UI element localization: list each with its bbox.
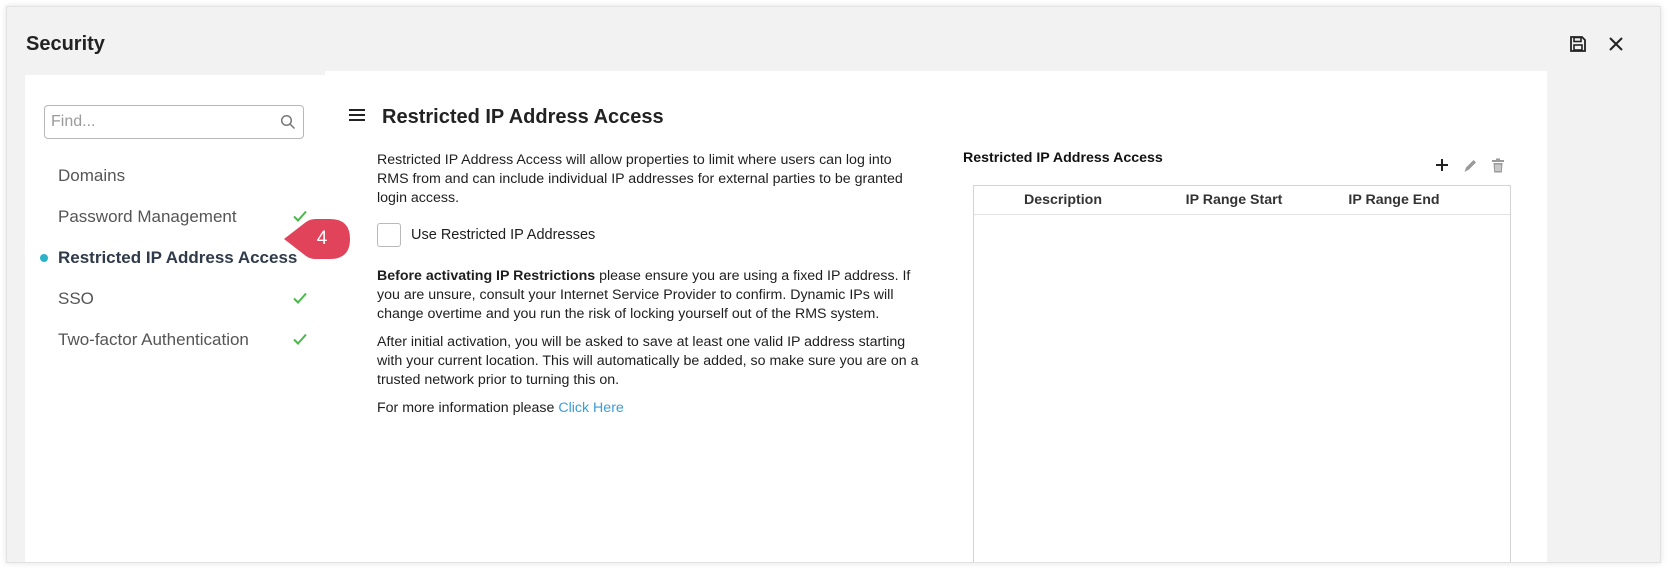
checkbox-label: Use Restricted IP Addresses bbox=[411, 227, 596, 243]
use-restricted-ip-checkbox[interactable] bbox=[377, 223, 401, 247]
main-panel: Restricted IP Address Access Restricted … bbox=[325, 71, 1547, 562]
warning-paragraph: Before activating IP Restrictions please… bbox=[377, 267, 925, 324]
table-actions bbox=[1433, 156, 1507, 174]
table-header: Description IP Range Start IP Range End bbox=[974, 186, 1510, 215]
more-info-text: For more information please bbox=[377, 400, 559, 416]
description-text: Restricted IP Address Access will allow … bbox=[377, 151, 925, 217]
sidebar-item-label: Domains bbox=[58, 165, 126, 185]
restricted-ip-toggle-row: Use Restricted IP Addresses bbox=[377, 223, 595, 247]
window-title: Security bbox=[26, 33, 105, 55]
save-icon[interactable] bbox=[1568, 34, 1588, 54]
activation-paragraph: After initial activation, you will be as… bbox=[377, 334, 919, 388]
column-header-ip-range-start[interactable]: IP Range Start bbox=[1152, 192, 1316, 208]
search-box bbox=[44, 105, 304, 139]
callout-number: 4 bbox=[316, 228, 328, 249]
add-icon[interactable] bbox=[1433, 156, 1451, 174]
sidebar-item-two-factor-authentication[interactable]: Two-factor Authentication bbox=[25, 319, 325, 360]
sidebar-item-password-management[interactable]: Password Management bbox=[25, 196, 325, 237]
check-icon bbox=[293, 289, 307, 309]
search-input[interactable] bbox=[45, 106, 273, 138]
description-paragraph: Restricted IP Address Access will allow … bbox=[377, 152, 903, 206]
sidebar-item-label: SSO bbox=[58, 288, 94, 308]
sidebar-item-label: Password Management bbox=[58, 206, 237, 226]
ip-address-table: Description IP Range Start IP Range End bbox=[973, 185, 1511, 562]
sidebar: Domains Password Management Restricted I… bbox=[25, 75, 325, 562]
sidebar-item-restricted-ip-address-access[interactable]: Restricted IP Address Access bbox=[25, 237, 325, 278]
security-window: Security Do bbox=[6, 6, 1661, 563]
sidebar-item-label: Restricted IP Address Access bbox=[58, 247, 298, 267]
search-icon[interactable] bbox=[273, 114, 303, 130]
active-dot-icon bbox=[40, 254, 48, 262]
sidebar-item-label: Two-factor Authentication bbox=[58, 329, 249, 349]
check-icon bbox=[293, 330, 307, 350]
warning-bold: Before activating IP Restrictions bbox=[377, 268, 596, 284]
column-header-description[interactable]: Description bbox=[974, 192, 1152, 208]
window-actions bbox=[1568, 34, 1626, 54]
delete-icon[interactable] bbox=[1489, 156, 1507, 174]
click-here-link[interactable]: Click Here bbox=[558, 400, 623, 416]
column-header-ip-range-end[interactable]: IP Range End bbox=[1316, 192, 1472, 208]
sidebar-item-sso[interactable]: SSO bbox=[25, 278, 325, 319]
table-title: Restricted IP Address Access bbox=[963, 150, 1163, 166]
more-info-paragraph: For more information please Click Here bbox=[377, 399, 925, 418]
sidebar-nav: Domains Password Management Restricted I… bbox=[25, 155, 325, 360]
close-icon[interactable] bbox=[1606, 34, 1626, 54]
edit-icon[interactable] bbox=[1461, 156, 1479, 174]
sidebar-item-domains[interactable]: Domains bbox=[25, 155, 325, 196]
page-title: Restricted IP Address Access bbox=[382, 106, 664, 128]
warning-text: Before activating IP Restrictions please… bbox=[377, 267, 925, 427]
hamburger-menu-icon[interactable] bbox=[349, 108, 365, 127]
